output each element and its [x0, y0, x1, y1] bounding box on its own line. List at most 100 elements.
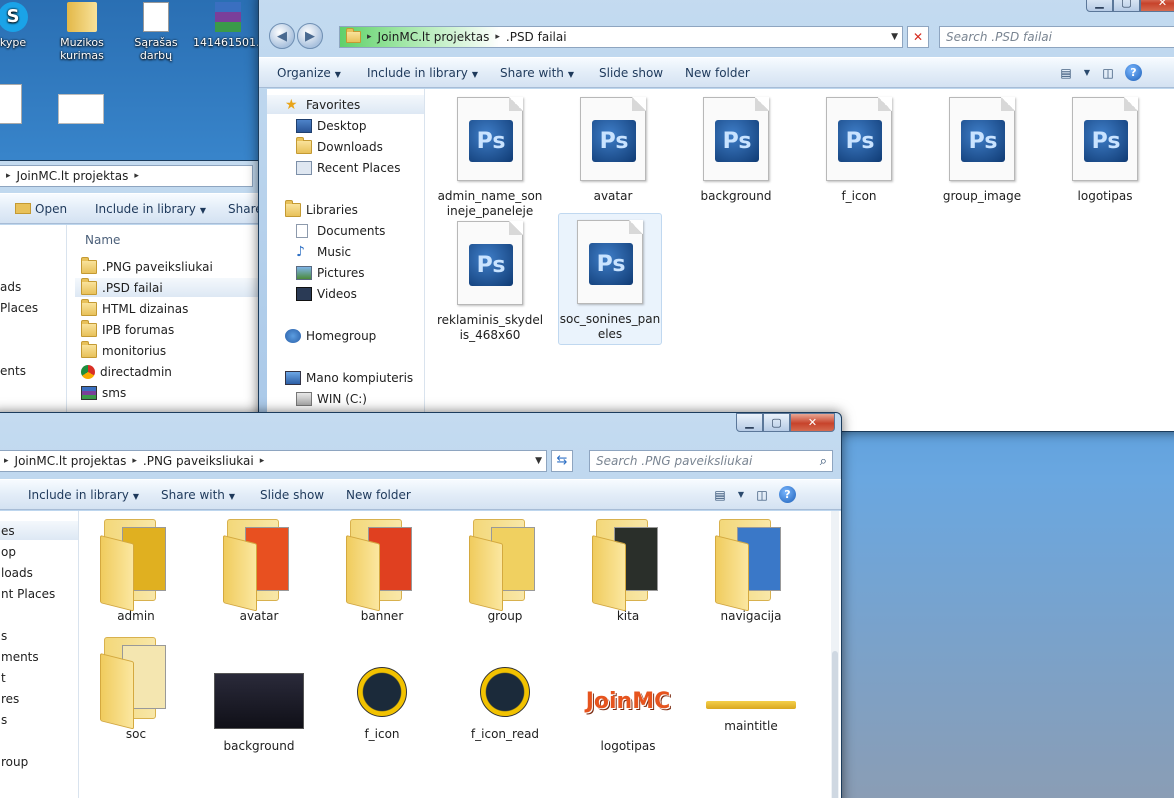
include-in-library-button[interactable]: Include in library ▼ — [367, 66, 478, 80]
scrollbar-thumb[interactable] — [832, 651, 838, 798]
nav-drive-c[interactable]: WIN (C:) — [267, 389, 424, 408]
image-tile[interactable]: f_icon_read — [450, 661, 560, 742]
desktop-image-icon[interactable] — [58, 94, 104, 124]
nav-downloads[interactable]: loads — [0, 563, 78, 582]
nav-recent-places[interactable]: nt Places — [0, 584, 78, 603]
nav-music[interactable]: t — [0, 668, 78, 687]
file-tile[interactable]: Ps group_image — [927, 97, 1037, 204]
nav-item-recent-places[interactable]: Places — [0, 298, 66, 317]
nav-pictures[interactable]: res — [0, 689, 78, 708]
nav-videos[interactable]: Videos — [267, 284, 424, 303]
chevron-down-icon[interactable]: ▼ — [737, 487, 745, 503]
image-tile[interactable]: f_icon — [327, 661, 437, 742]
breadcrumb-psd-failai[interactable]: .PSD failai — [506, 30, 567, 44]
psd-address-bar[interactable]: ▸ JoinMC.lt projektas ▸ .PSD failai ▼ — [339, 26, 903, 48]
nav-homegroup[interactable]: roup — [0, 752, 78, 771]
breadcrumb-png-paveiksliukai[interactable]: .PNG paveiksliukai — [143, 454, 254, 468]
image-tile[interactable]: JoinMC logotipas — [573, 661, 683, 754]
nav-videos[interactable]: s — [0, 710, 78, 729]
file-tile[interactable]: Ps reklaminis_skydel is_468x60 — [435, 221, 545, 343]
folder-tile[interactable]: avatar — [204, 515, 314, 624]
png-address-bar[interactable]: ▸ JoinMC.lt projektas ▸ .PNG paveiksliuk… — [0, 450, 547, 472]
address-dropdown-icon[interactable]: ▼ — [535, 456, 542, 466]
vertical-scrollbar[interactable] — [831, 511, 839, 798]
nav-pictures[interactable]: Pictures — [267, 263, 424, 282]
folder-tile[interactable]: soc — [81, 633, 191, 742]
open-button[interactable]: Open — [15, 202, 67, 216]
change-view-icon[interactable]: ▤ — [711, 487, 729, 503]
file-tile[interactable]: Ps soc_sonines_pan eles — [558, 213, 662, 345]
list-item[interactable]: .PNG paveiksliukai — [75, 256, 261, 276]
folder-tile[interactable]: group — [450, 515, 560, 624]
new-folder-button[interactable]: New folder — [685, 66, 750, 80]
share-with-button[interactable]: Share with ▼ — [500, 66, 574, 80]
nav-favorites[interactable]: es — [0, 521, 78, 540]
forward-button[interactable]: ▶ — [297, 23, 323, 49]
list-item[interactable]: .PSD failai — [75, 277, 261, 297]
refresh-button[interactable]: ⇆ — [551, 450, 573, 472]
left-address-bar[interactable]: ▸ JoinMC.lt projektas ▸ — [0, 165, 253, 187]
nav-libraries[interactable]: s — [0, 626, 78, 645]
list-item[interactable]: IPB forumas — [75, 319, 261, 339]
preview-pane-icon[interactable]: ◫ — [1099, 65, 1117, 81]
list-item[interactable]: monitorius — [75, 340, 261, 360]
breadcrumb-joinmc[interactable]: JoinMC.lt projektas — [378, 30, 490, 44]
nav-item-documents[interactable]: ents — [0, 361, 66, 380]
chevron-down-icon[interactable]: ▼ — [1083, 65, 1091, 81]
share-with-button[interactable]: Share with ▼ — [161, 488, 235, 502]
nav-computer[interactable]: Mano kompiuteris — [267, 368, 424, 387]
nav-documents[interactable]: ments — [0, 647, 78, 666]
file-tile[interactable]: Ps admin_name_son ineje_paneleje — [435, 97, 545, 219]
help-icon[interactable]: ? — [779, 486, 796, 503]
nav-favorites[interactable]: ★ Favorites — [267, 95, 424, 114]
new-folder-button[interactable]: New folder — [346, 488, 411, 502]
help-icon[interactable]: ? — [1125, 64, 1142, 81]
search-icon[interactable]: ⌕ — [820, 454, 827, 469]
minimize-button[interactable]: ▁ — [736, 413, 763, 432]
folder-tile[interactable]: admin — [81, 515, 191, 624]
address-dropdown-icon[interactable]: ▼ — [891, 32, 898, 42]
slide-show-button[interactable]: Slide show — [260, 488, 324, 502]
nav-downloads[interactable]: Downloads — [267, 136, 424, 156]
folder-tile[interactable]: navigacija — [696, 515, 806, 624]
desktop-icon-skype[interactable]: S kype — [0, 0, 48, 49]
png-search-input[interactable]: Search .PNG paveiksliukai ⌕ — [589, 450, 833, 472]
nav-desktop[interactable]: Desktop — [267, 116, 424, 135]
column-header-name[interactable]: Name — [85, 233, 120, 247]
desktop-document-icon[interactable] — [0, 84, 22, 124]
close-button[interactable]: ✕ — [790, 413, 835, 432]
minimize-button[interactable]: ▁ — [1086, 0, 1113, 12]
nav-desktop[interactable]: op — [0, 542, 78, 561]
image-tile[interactable]: maintitle — [696, 661, 806, 734]
breadcrumb-joinmc[interactable]: JoinMC.lt projektas — [15, 454, 127, 468]
nav-music[interactable]: ♪ Music — [267, 242, 424, 261]
maximize-button[interactable]: ▢ — [763, 413, 790, 432]
nav-item-downloads[interactable]: ads — [0, 277, 66, 296]
include-in-library-button[interactable]: Include in library ▼ — [95, 202, 206, 216]
psd-search-input[interactable]: Search .PSD failai — [939, 26, 1174, 48]
desktop-icon-sarasas[interactable]: Sąrašas darbų — [121, 0, 191, 62]
image-tile[interactable]: background — [204, 661, 314, 754]
slide-show-button[interactable]: Slide show — [599, 66, 663, 80]
list-item[interactable]: directadmin — [75, 362, 261, 381]
nav-homegroup[interactable]: Homegroup — [267, 326, 424, 345]
maximize-button[interactable]: ▢ — [1113, 0, 1140, 12]
include-in-library-button[interactable]: Include in library ▼ — [28, 488, 139, 502]
organize-button[interactable]: Organize ▼ — [277, 66, 341, 80]
breadcrumb-joinmc[interactable]: JoinMC.lt projektas — [17, 169, 129, 183]
desktop-icon-archive[interactable]: 141461501... — [193, 0, 266, 49]
file-tile[interactable]: Ps logotipas — [1050, 97, 1160, 204]
change-view-icon[interactable]: ▤ — [1057, 65, 1075, 81]
desktop-icon-muzikos[interactable]: Muzikos kurimas — [47, 0, 117, 62]
nav-documents[interactable]: Documents — [267, 221, 424, 240]
back-button[interactable]: ◀ — [269, 23, 295, 49]
nav-recent-places[interactable]: Recent Places — [267, 158, 424, 177]
file-tile[interactable]: Ps f_icon — [804, 97, 914, 204]
nav-libraries[interactable]: Libraries — [267, 199, 424, 219]
list-item[interactable]: sms — [75, 383, 261, 402]
file-tile[interactable]: Ps avatar — [558, 97, 668, 204]
close-button[interactable]: ✕ — [1140, 0, 1174, 12]
preview-pane-icon[interactable]: ◫ — [753, 487, 771, 503]
list-item[interactable]: HTML dizainas — [75, 298, 261, 318]
folder-tile[interactable]: kita — [573, 515, 683, 624]
